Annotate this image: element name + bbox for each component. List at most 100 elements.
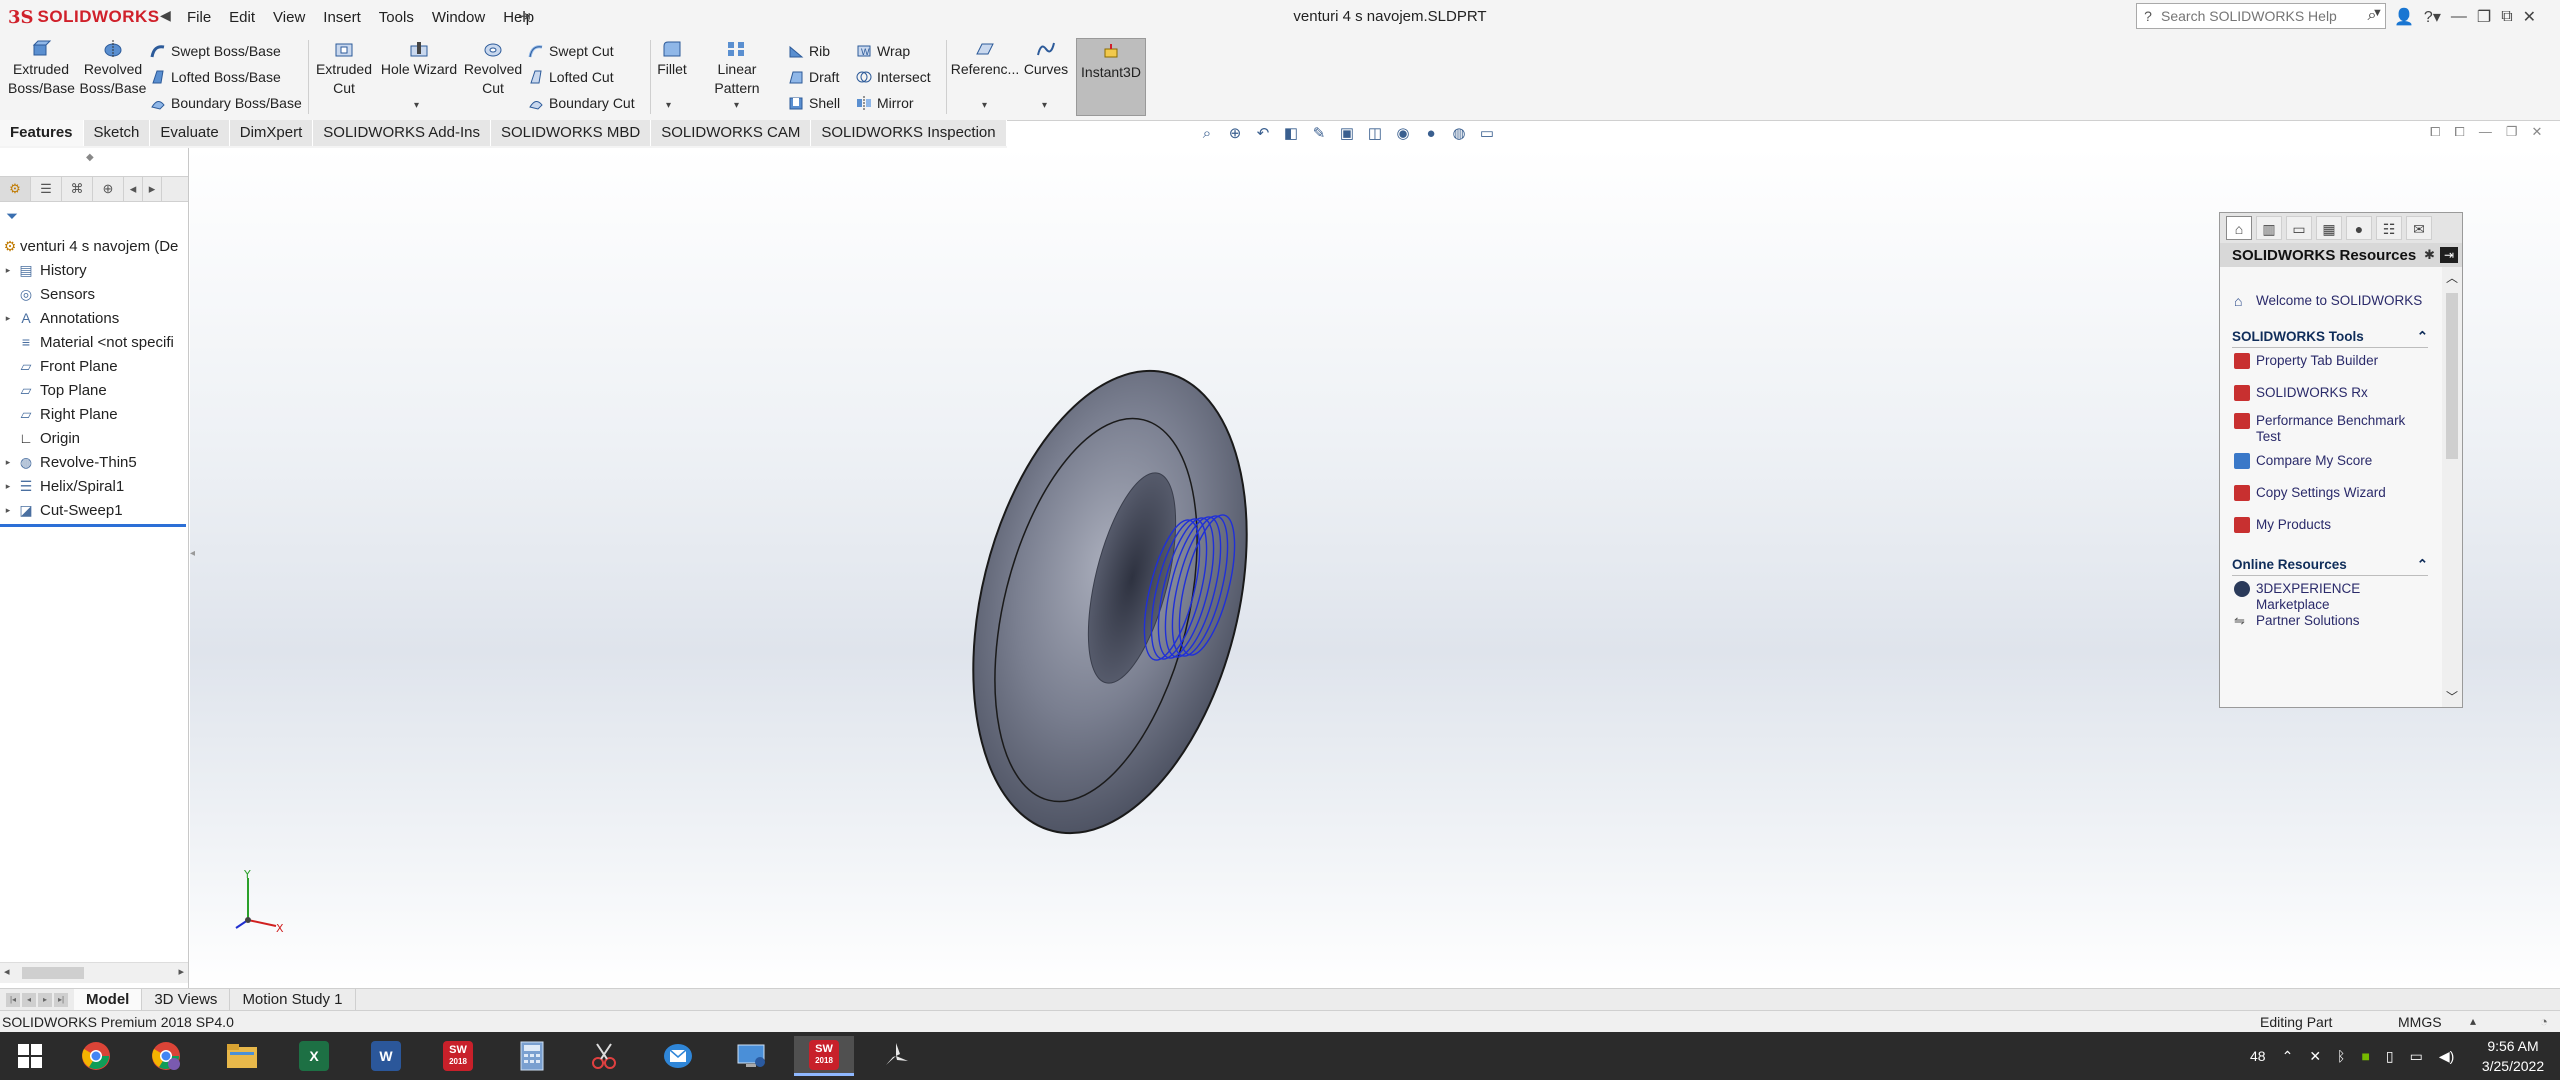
viewport-minimize-icon[interactable]: — xyxy=(2479,124,2492,140)
units-dropdown-icon[interactable]: ▴ xyxy=(2470,1014,2476,1028)
panel-collapse-icon[interactable]: ◆ xyxy=(86,152,94,163)
taskbar-excel[interactable]: X xyxy=(284,1036,344,1076)
tree-item-sensors[interactable]: ◎ Sensors xyxy=(0,282,188,306)
file-explorer-icon[interactable]: ▭ xyxy=(2286,216,2312,240)
tools-section-header[interactable]: SOLIDWORKS Tools ⌃ xyxy=(2232,329,2428,348)
expand-arrow-icon[interactable]: ▸ xyxy=(0,265,16,276)
tree-item-front-plane[interactable]: ▱ Front Plane xyxy=(0,354,188,378)
lofted-cut-button[interactable]: Lofted Cut xyxy=(528,66,614,88)
collapse-chevron-icon[interactable]: ⌃ xyxy=(2417,329,2428,345)
zoom-to-fit-icon[interactable]: ⌕ xyxy=(1196,125,1218,143)
instant3d-button[interactable]: Instant3D xyxy=(1076,38,1146,116)
tab-3d-views[interactable]: 3D Views xyxy=(142,989,231,1011)
tree-item-top-plane[interactable]: ▱ Top Plane xyxy=(0,378,188,402)
welcome-link[interactable]: ⌂ Welcome to SOLIDWORKS xyxy=(2234,293,2430,309)
graphics-area[interactable] xyxy=(190,148,2560,988)
rib-button[interactable]: Rib xyxy=(788,40,830,62)
last-tab-icon[interactable]: ▸| xyxy=(54,993,68,1007)
extruded-boss-button[interactable]: Extruded Boss/Base xyxy=(8,40,75,98)
design-library-icon[interactable]: ▥ xyxy=(2256,216,2282,240)
fillet-button[interactable]: Fillet xyxy=(654,40,690,79)
menu-insert[interactable]: Insert xyxy=(314,9,370,26)
help-search-input[interactable] xyxy=(2159,7,2359,25)
panel-resize-grip-icon[interactable]: ◂ xyxy=(190,548,195,559)
viewport-close-icon[interactable]: ✕ xyxy=(2531,124,2542,140)
forum-icon[interactable]: ✉ xyxy=(2406,216,2432,240)
pin-icon[interactable]: ✱ xyxy=(2424,247,2440,263)
edit-appearance-icon[interactable]: ● xyxy=(1420,125,1442,143)
taskbar-solidworks-2018[interactable]: SW 2018 xyxy=(428,1036,488,1076)
hole-wizard-button[interactable]: Hole Wizard xyxy=(380,40,458,79)
boundary-cut-button[interactable]: Boundary Cut xyxy=(528,92,635,114)
bluetooth-icon[interactable]: ᛒ xyxy=(2337,1048,2345,1064)
resources-home-icon[interactable]: ⌂ xyxy=(2226,216,2252,240)
hide-show-items-icon[interactable]: ◉ xyxy=(1392,125,1414,143)
online-section-header[interactable]: Online Resources ⌃ xyxy=(2232,557,2428,576)
tab-inspection[interactable]: SOLIDWORKS Inspection xyxy=(811,120,1007,146)
taskbar-chrome[interactable] xyxy=(66,1036,126,1076)
windows-start-button[interactable] xyxy=(0,1036,60,1076)
network-icon[interactable]: ▭ xyxy=(2410,1048,2423,1065)
lofted-boss-button[interactable]: Lofted Boss/Base xyxy=(150,66,281,88)
task-pane-scrollbar[interactable]: ︿ ﹀ xyxy=(2442,267,2462,707)
feature-tree-tab-icon[interactable]: ⚙ xyxy=(0,177,31,201)
hole-wizard-dropdown-icon[interactable]: ▾ xyxy=(414,100,419,111)
menu-file[interactable]: File xyxy=(178,9,220,26)
tab-features[interactable]: Features xyxy=(0,120,84,146)
curves-button[interactable]: Curves xyxy=(1022,40,1070,79)
tree-item-revolve-thin5[interactable]: ▸ ◍ Revolve-Thin5 xyxy=(0,450,188,474)
expand-arrow-icon[interactable]: ▸ xyxy=(0,313,16,324)
tab-evaluate[interactable]: Evaluate xyxy=(150,120,230,146)
taskbar-word[interactable]: W xyxy=(356,1036,416,1076)
tab-dimxpert[interactable]: DimXpert xyxy=(229,120,314,146)
tree-item-material[interactable]: ≡ Material <not specifi xyxy=(0,330,188,354)
rollback-bar[interactable] xyxy=(0,524,186,527)
revolved-cut-button[interactable]: Revolved Cut xyxy=(462,40,524,98)
appearances-icon[interactable]: ● xyxy=(2346,216,2372,240)
expand-arrow-icon[interactable]: ▸ xyxy=(0,505,16,516)
tab-scroll-left-icon[interactable]: ◂ xyxy=(124,177,143,201)
scroll-left-icon[interactable]: ◂ xyxy=(4,965,10,978)
viewport-restore-icon[interactable]: ❐ xyxy=(2506,124,2518,140)
boundary-boss-button[interactable]: Boundary Boss/Base xyxy=(150,92,302,114)
zoom-to-area-icon[interactable]: ⊕ xyxy=(1224,125,1246,143)
reference-geometry-button[interactable]: Referenc... xyxy=(950,40,1020,79)
tree-item-annotations[interactable]: ▸ A Annotations xyxy=(0,306,188,330)
tree-root[interactable]: ⚙ venturi 4 s navojem (De xyxy=(0,234,188,258)
taskbar-remote-desktop[interactable] xyxy=(722,1036,782,1076)
view-palette-icon[interactable]: ▦ xyxy=(2316,216,2342,240)
restore-icon[interactable]: ⧉ xyxy=(2501,8,2512,26)
copy-settings-wizard-link[interactable]: Copy Settings Wizard xyxy=(2234,485,2430,501)
feature-tree-scrollbar[interactable]: ◂ ▸ xyxy=(0,962,188,983)
extruded-cut-button[interactable]: Extruded Cut xyxy=(312,40,376,98)
swept-cut-button[interactable]: Swept Cut xyxy=(528,40,614,62)
property-manager-tab-icon[interactable]: ☰ xyxy=(31,177,62,201)
quick-tips-icon[interactable]: ◔ xyxy=(2540,1014,2548,1029)
first-tab-icon[interactable]: |◂ xyxy=(6,993,20,1007)
battery-icon[interactable]: ▯ xyxy=(2386,1048,2394,1065)
apply-scene-icon[interactable]: ◍ xyxy=(1448,125,1470,143)
filter-icon[interactable]: ⏷ xyxy=(6,208,18,225)
partner-solutions-link[interactable]: ⇋ Partner Solutions xyxy=(2234,613,2430,629)
curves-dropdown-icon[interactable]: ▾ xyxy=(1042,100,1047,111)
search-dropdown-icon[interactable]: ▼ xyxy=(2372,7,2383,19)
tab-cam[interactable]: SOLIDWORKS CAM xyxy=(651,120,812,146)
unit-system[interactable]: MMGS xyxy=(2398,1014,2442,1030)
prev-tab-icon[interactable]: ◂ xyxy=(22,993,36,1007)
dropbox-icon[interactable]: ✕ xyxy=(2309,1048,2321,1065)
custom-properties-icon[interactable]: ☷ xyxy=(2376,216,2402,240)
scroll-up-icon[interactable]: ︿ xyxy=(2442,269,2462,286)
tree-item-history[interactable]: ▸ ▤ History xyxy=(0,258,188,282)
menu-collapse-arrow-icon[interactable]: ◀ xyxy=(160,7,171,24)
configuration-manager-tab-icon[interactable]: ⌘ xyxy=(62,177,93,201)
menu-view[interactable]: View xyxy=(264,9,314,26)
scroll-down-icon[interactable]: ﹀ xyxy=(2442,688,2462,705)
pin-menu-icon[interactable]: ⇥ xyxy=(518,7,531,25)
linear-pattern-button[interactable]: Linear Pattern xyxy=(694,40,780,98)
viewport-split-icon[interactable]: ⧠ xyxy=(2454,124,2464,140)
marketplace-link[interactable]: 3DEXPERIENCE Marketplace xyxy=(2234,581,2430,613)
tab-model[interactable]: Model xyxy=(74,989,143,1011)
taskbar-file-explorer[interactable] xyxy=(212,1036,272,1076)
shell-button[interactable]: Shell xyxy=(788,92,840,114)
swept-boss-button[interactable]: Swept Boss/Base xyxy=(150,40,281,62)
